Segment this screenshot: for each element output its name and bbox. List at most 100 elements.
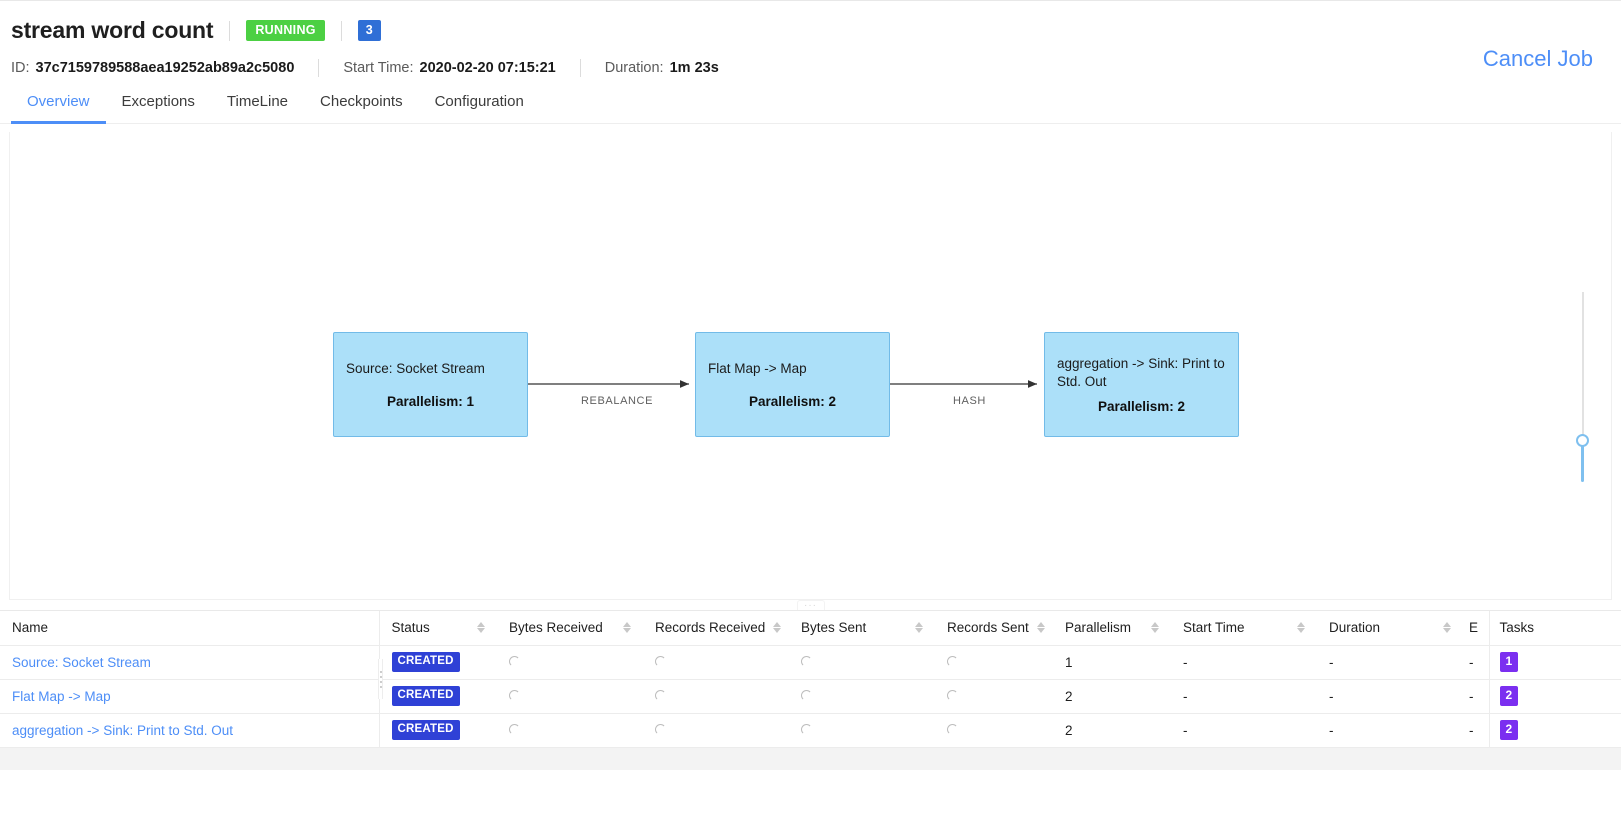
zoom-slider-track[interactable] (1582, 292, 1584, 452)
table-row[interactable]: Source: Socket Stream CREATED 1 - - - 1 (0, 645, 1621, 680)
sort-icon[interactable] (1151, 622, 1159, 634)
table-header-row: Name Status Bytes Received Records Recei… (0, 611, 1621, 646)
cell-start-time: - (1171, 713, 1317, 748)
column-header-status[interactable]: Status (378, 611, 497, 646)
column-header-name[interactable]: Name (0, 611, 379, 646)
column-header-bytes-sent[interactable]: Bytes Sent (789, 611, 935, 646)
tab-checkpoints[interactable]: Checkpoints (304, 93, 419, 124)
table-row[interactable]: aggregation -> Sink: Print to Std. Out C… (0, 713, 1621, 748)
graph-node-title: Flat Map -> Map (708, 361, 807, 377)
cell-parallelism: 2 (1053, 713, 1171, 748)
table-body: Source: Socket Stream CREATED 1 - - - 1 … (0, 645, 1621, 748)
panel-resize-strip[interactable]: ··· (0, 600, 1621, 611)
subtask-name-link[interactable]: Source: Socket Stream (12, 655, 151, 670)
duration-value: 1m 23s (669, 60, 719, 76)
edge-label-rebalance: REBALANCE (581, 395, 654, 407)
cell-end-time: - (1463, 713, 1489, 748)
column-header-tasks[interactable]: Tasks (1488, 611, 1621, 646)
column-header-records-sent[interactable]: Records Sent (935, 611, 1053, 646)
cell-name[interactable]: Flat Map -> Map (0, 679, 379, 714)
cell-status: CREATED (378, 645, 497, 680)
graph-node-flat-map[interactable]: Flat Map -> Map Parallelism: 2 (695, 332, 890, 437)
column-header-end-time[interactable]: E (1463, 611, 1489, 646)
sort-icon[interactable] (1443, 622, 1451, 634)
column-label: Records Sent (947, 620, 1029, 636)
loading-spinner-icon (947, 655, 958, 667)
cell-end-time: - (1463, 645, 1489, 680)
column-label: Tasks (1499, 620, 1535, 636)
column-label: Parallelism (1065, 620, 1132, 636)
column-header-bytes-received[interactable]: Bytes Received (497, 611, 643, 646)
sort-icon[interactable] (1297, 622, 1305, 634)
page-title: stream word count (11, 17, 214, 43)
status-badge: CREATED (391, 686, 460, 706)
meta-divider-1 (318, 59, 320, 77)
column-header-records-received[interactable]: Records Received (643, 611, 789, 646)
table-row[interactable]: Flat Map -> Map CREATED 2 - - - 2 (0, 679, 1621, 714)
cell-tasks: 1 (1488, 645, 1621, 680)
graph-node-title: Source: Socket Stream (346, 361, 485, 377)
table-header: Name Status Bytes Received Records Recei… (0, 611, 1621, 646)
loading-spinner-icon (509, 689, 520, 701)
tab-exceptions[interactable]: Exceptions (106, 93, 211, 124)
cell-bytes-received (497, 679, 643, 714)
job-id-label: ID: (11, 60, 30, 76)
cell-records-received (643, 679, 789, 714)
subtask-name-link[interactable]: Flat Map -> Map (12, 689, 111, 704)
job-graph-canvas[interactable]: Source: Socket Stream Parallelism: 1 Fla… (9, 132, 1612, 600)
cell-bytes-sent (789, 713, 935, 748)
resize-dot (379, 670, 382, 673)
column-header-start-time[interactable]: Start Time (1171, 611, 1317, 646)
graph-node-parallelism: Parallelism: 1 (386, 393, 475, 409)
table-horizontal-scrollbar[interactable] (0, 747, 1621, 770)
tab-timeline[interactable]: TimeLine (211, 93, 304, 124)
resize-dot (379, 680, 382, 683)
column-resize-handle[interactable] (378, 659, 383, 699)
sort-icon[interactable] (477, 622, 485, 634)
duration-label: Duration: (604, 60, 664, 76)
cell-parallelism: 1 (1053, 645, 1171, 680)
cell-duration: - (1317, 713, 1463, 748)
loading-spinner-icon (655, 689, 666, 701)
sort-icon[interactable] (623, 622, 631, 634)
graph-node-parallelism: Parallelism: 2 (1097, 399, 1186, 415)
status-badge: RUNNING (246, 20, 325, 41)
cell-status: CREATED (378, 713, 497, 748)
cell-name[interactable]: aggregation -> Sink: Print to Std. Out (0, 713, 379, 748)
cell-bytes-received (497, 645, 643, 680)
loading-spinner-icon (801, 689, 812, 701)
graph-zoom-slider[interactable] (1575, 292, 1591, 482)
loading-spinner-icon (509, 655, 520, 667)
resize-dot (379, 675, 382, 678)
start-time-label: Start Time: (343, 60, 414, 76)
graph-node-aggregation-sink[interactable]: aggregation -> Sink: Print to Std. Out P… (1044, 332, 1239, 437)
column-header-parallelism[interactable]: Parallelism (1053, 611, 1171, 646)
cell-bytes-sent (789, 645, 935, 680)
zoom-slider-handle[interactable] (1576, 434, 1589, 447)
cancel-job-button[interactable]: Cancel Job (1483, 46, 1593, 72)
meta-divider-2 (579, 59, 581, 77)
sort-icon[interactable] (1036, 622, 1045, 634)
cell-name[interactable]: Source: Socket Stream (0, 645, 379, 680)
loading-spinner-icon (655, 655, 666, 667)
cell-records-received (643, 645, 789, 680)
tab-bar: Overview Exceptions TimeLine Checkpoints… (0, 93, 1621, 124)
resize-dot (379, 685, 382, 688)
job-title-row: stream word count RUNNING 3 (11, 17, 1621, 44)
start-time-value: 2020-02-20 07:15:21 (419, 60, 556, 76)
cell-bytes-sent (789, 679, 935, 714)
column-header-duration[interactable]: Duration (1317, 611, 1463, 646)
column-label: E (1469, 620, 1479, 636)
graph-node-source-socket-stream[interactable]: Source: Socket Stream Parallelism: 1 (333, 332, 528, 437)
tab-overview[interactable]: Overview (11, 93, 106, 124)
tab-configuration[interactable]: Configuration (419, 93, 540, 124)
cell-start-time: - (1171, 645, 1317, 680)
cell-tasks: 2 (1488, 713, 1621, 748)
loading-spinner-icon (947, 723, 958, 735)
sort-icon[interactable] (915, 622, 923, 634)
job-meta-row: ID: 37c7159789588aea19252ab89a2c5080 Sta… (11, 59, 1621, 77)
subtasks-table: Name Status Bytes Received Records Recei… (0, 611, 1621, 748)
subtask-name-link[interactable]: aggregation -> Sink: Print to Std. Out (12, 723, 233, 738)
cell-status: CREATED (378, 679, 497, 714)
sort-icon[interactable] (773, 622, 782, 634)
